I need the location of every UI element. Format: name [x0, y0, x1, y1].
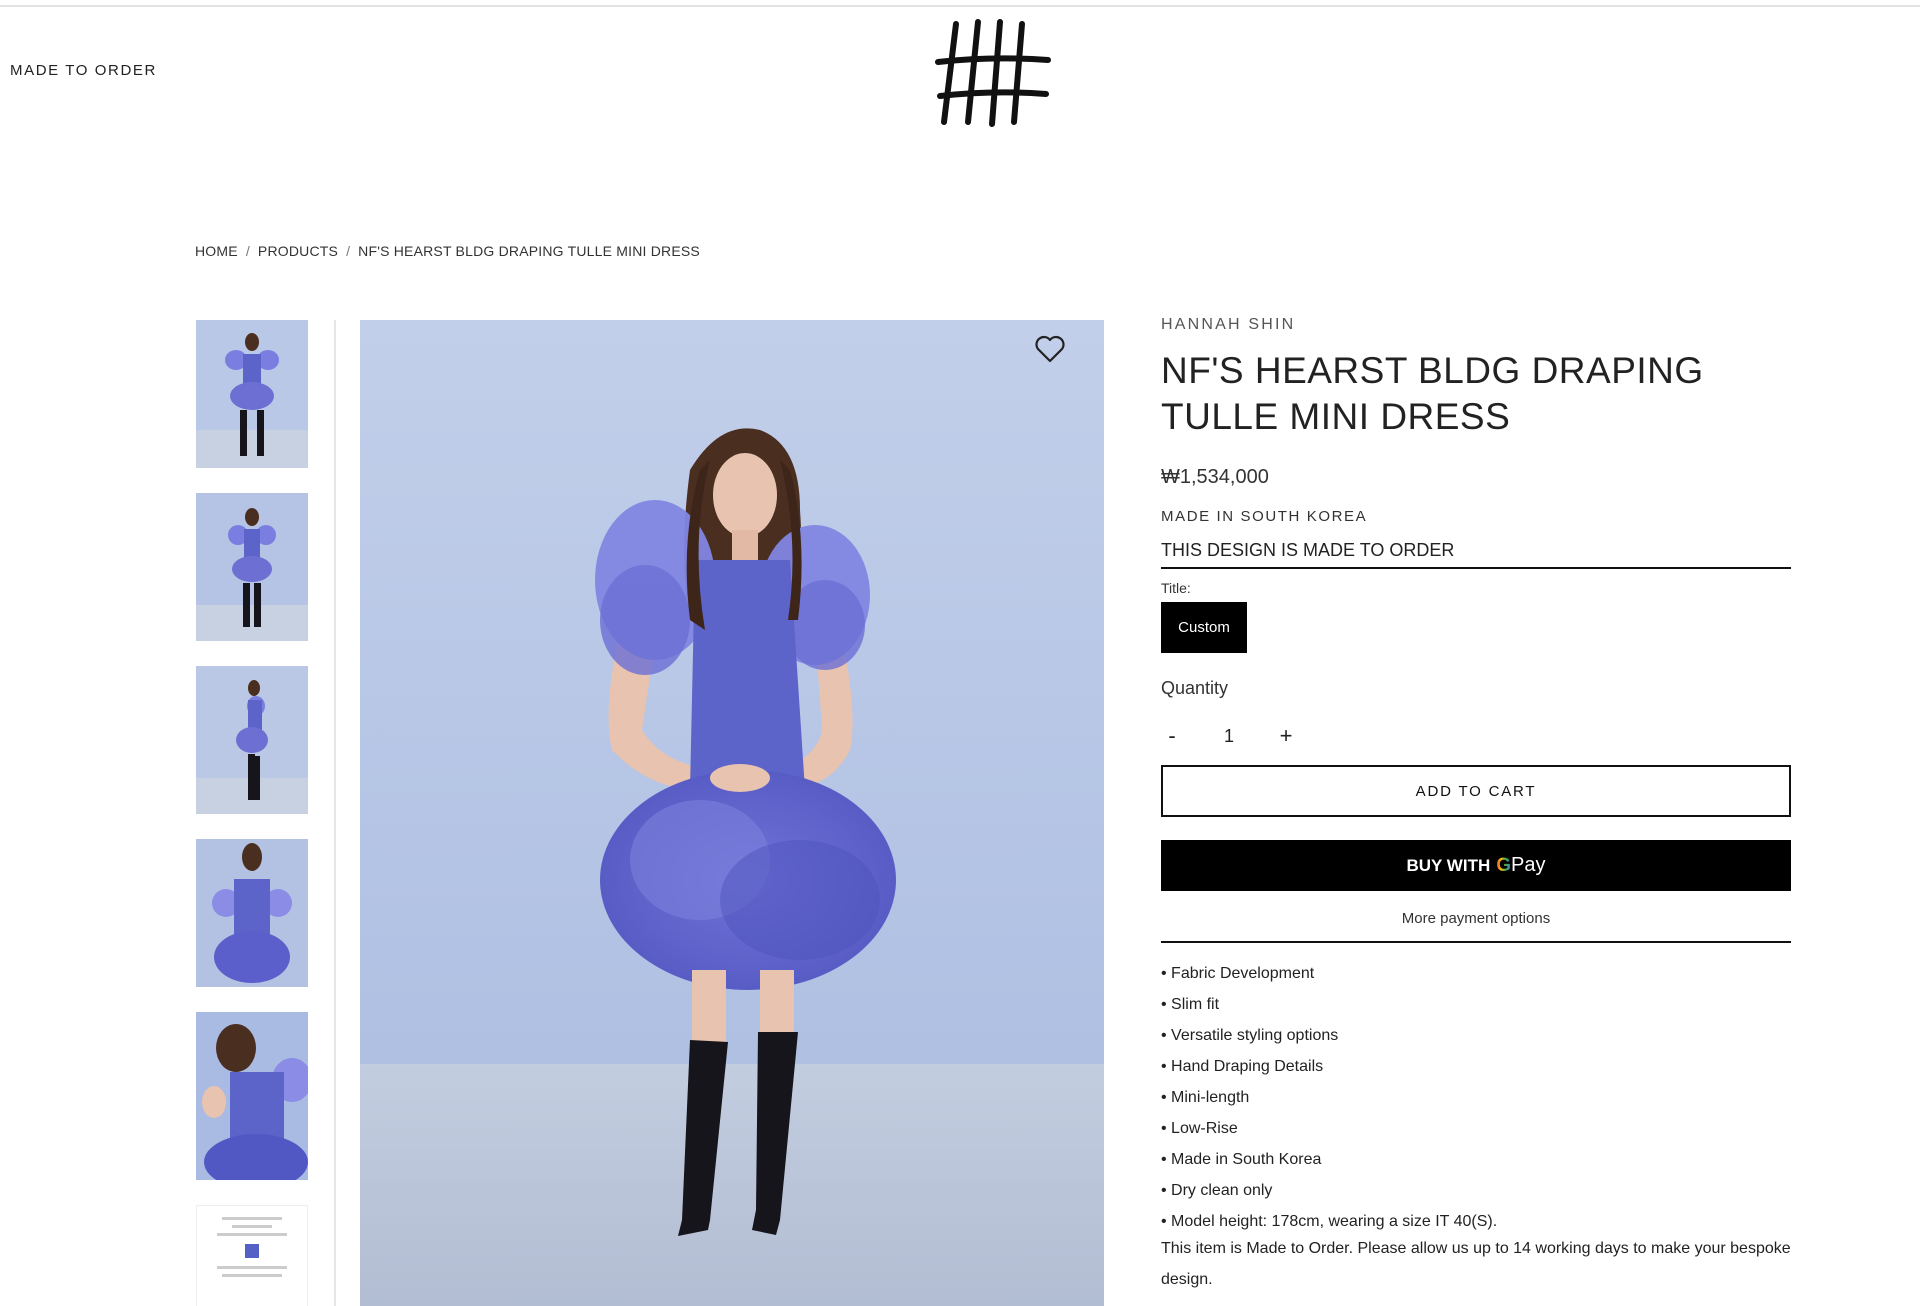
feature-item: Low-Rise — [1161, 1113, 1497, 1144]
product-price: ₩1,534,000 — [1161, 466, 1269, 488]
product-brand[interactable]: HANNAH SHIN — [1161, 316, 1295, 334]
feature-item: Hand Draping Details — [1161, 1051, 1497, 1082]
google-pay-icon: GPay — [1496, 854, 1545, 877]
add-to-cart-button[interactable]: ADD TO CART — [1161, 765, 1791, 817]
feature-item: Versatile styling options — [1161, 1020, 1497, 1051]
more-payment-options-link[interactable]: More payment options — [1161, 910, 1791, 943]
thumbnail-back-detail[interactable] — [196, 1012, 308, 1180]
quantity-increase-button[interactable]: + — [1275, 723, 1297, 749]
quantity-stepper: - + — [1161, 723, 1297, 749]
buy-with-gpay-button[interactable]: BUY WITH GPay — [1161, 840, 1791, 891]
made-to-order-note: This item is Made to Order. Please allow… — [1161, 1240, 1791, 1288]
gpay-pay-label: Pay — [1511, 854, 1546, 876]
thumbnail-front-view[interactable] — [196, 320, 308, 468]
quantity-input[interactable] — [1201, 725, 1257, 747]
main-product-image[interactable] — [360, 320, 1104, 1306]
option-label: Title: — [1161, 580, 1191, 596]
thumbnail-product-sheet[interactable] — [196, 1205, 308, 1306]
heart-icon[interactable] — [1034, 334, 1066, 364]
top-border — [0, 0, 1920, 7]
breadcrumb-current: NF'S HEARST BLDG DRAPING TULLE MINI DRES… — [358, 243, 700, 259]
thumbnail-front-view-2[interactable] — [196, 493, 308, 641]
product-title: NF'S HEARST BLDG DRAPING TULLE MINI DRES… — [1161, 350, 1704, 437]
brand-logo[interactable] — [934, 18, 1052, 128]
google-g-icon: G — [1496, 855, 1512, 876]
breadcrumb: HOME / PRODUCTS / NF'S HEARST BLDG DRAPI… — [195, 243, 700, 259]
sheet-text-line — [217, 1266, 287, 1269]
feature-list: Fabric Development Slim fit Versatile st… — [1161, 958, 1497, 1237]
sheet-text-line — [222, 1217, 282, 1220]
feature-item: Made in South Korea — [1161, 1144, 1497, 1175]
option-custom-button[interactable]: Custom — [1161, 602, 1247, 653]
sheet-text-line — [217, 1233, 287, 1236]
feature-item: Fabric Development — [1161, 958, 1497, 989]
feature-item: Mini-length — [1161, 1082, 1497, 1113]
sheet-color-swatch — [245, 1244, 259, 1258]
quantity-decrease-button[interactable]: - — [1161, 723, 1183, 749]
thumbnail-gallery — [196, 320, 308, 1306]
thumbnail-side-view[interactable] — [196, 666, 308, 814]
gallery-divider — [334, 320, 336, 1306]
gpay-buy-with-label: BUY WITH — [1406, 855, 1491, 875]
sheet-text-line — [222, 1274, 282, 1277]
made-in-label: MADE IN SOUTH KOREA — [1161, 508, 1368, 525]
breadcrumb-separator: / — [245, 243, 250, 259]
quantity-label: Quantity — [1161, 678, 1229, 698]
feature-item: Dry clean only — [1161, 1175, 1497, 1206]
feature-item: Slim fit — [1161, 989, 1497, 1020]
breadcrumb-separator: / — [346, 243, 351, 259]
breadcrumb-products[interactable]: PRODUCTS — [258, 243, 338, 259]
made-to-order-notice: THIS DESIGN IS MADE TO ORDER — [1161, 540, 1791, 569]
thumbnail-back-view[interactable] — [196, 839, 308, 987]
made-to-order-nav-link[interactable]: MADE TO ORDER — [10, 62, 157, 79]
breadcrumb-home[interactable]: HOME — [195, 243, 238, 259]
sheet-text-line — [232, 1225, 272, 1228]
